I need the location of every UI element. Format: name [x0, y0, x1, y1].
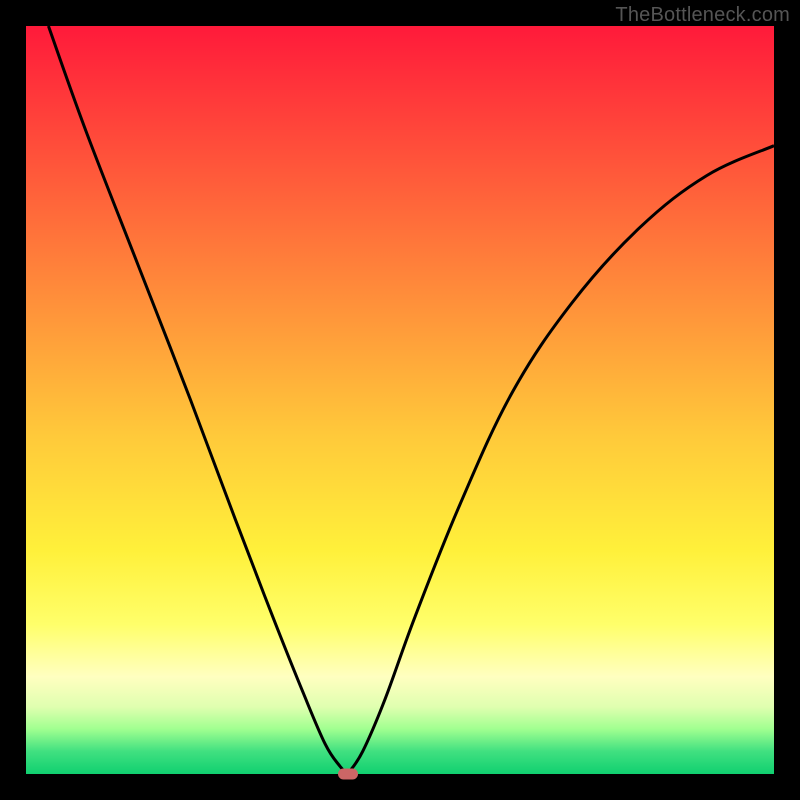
watermark-text: TheBottleneck.com [615, 4, 790, 27]
gradient-background [26, 26, 774, 774]
bottleneck-point-marker [338, 769, 358, 780]
chart-frame: TheBottleneck.com [0, 0, 800, 800]
